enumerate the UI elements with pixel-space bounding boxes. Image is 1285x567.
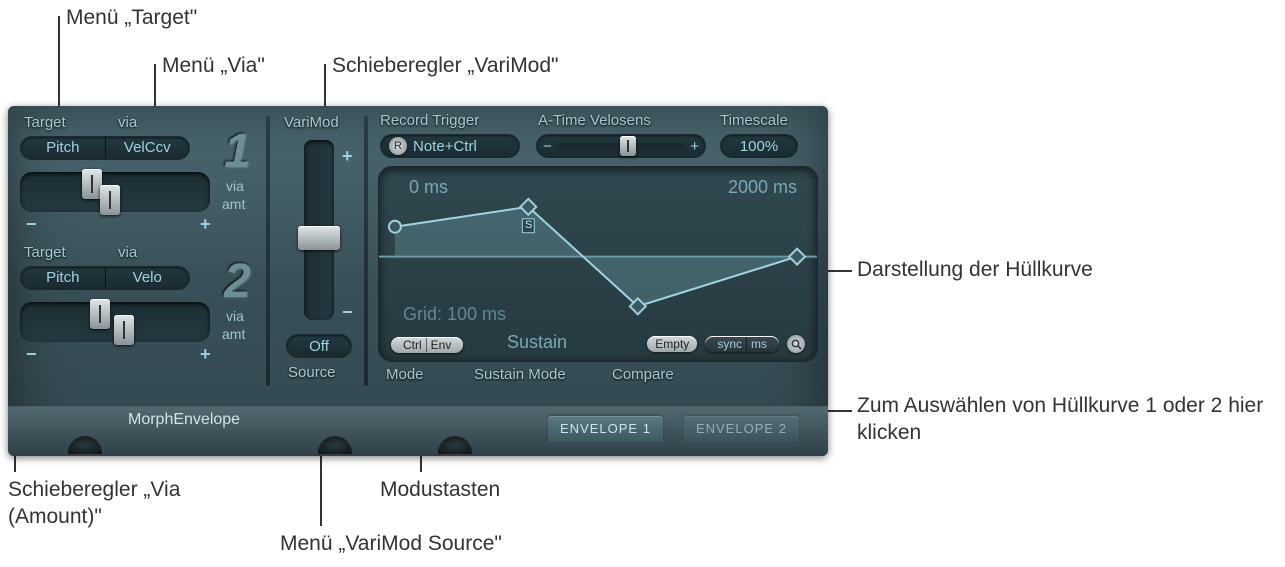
mode-env-button[interactable]: Env [426, 338, 456, 352]
minus-icon-2: − [26, 344, 37, 365]
via-text-2: via [226, 308, 244, 324]
callout-target-menu: Menü „Target" [66, 4, 197, 31]
minus-icon: − [26, 214, 37, 235]
record-trigger-value: Note+Ctrl [413, 138, 477, 155]
sustain-mode-value[interactable]: Sustain [507, 332, 567, 353]
varimod-minus-icon: − [342, 302, 353, 323]
callout-env-tabs: Zum Auswählen von Hüllkurve 1 oder 2 hie… [857, 392, 1277, 447]
knob-icon[interactable] [68, 436, 102, 454]
timescale-value[interactable]: 100% [720, 134, 798, 158]
knob-icon[interactable] [438, 436, 472, 454]
record-trigger-menu[interactable]: R Note+Ctrl [380, 134, 520, 158]
divider [266, 116, 270, 386]
amt-text-1: amt [222, 196, 245, 212]
amount-slider-2[interactable] [20, 302, 210, 342]
target-value-2[interactable]: Pitch [21, 267, 105, 289]
varimod-plus-icon: + [342, 146, 353, 167]
callout-via-amount: Schieberegler „Via (Amount)" [8, 476, 258, 531]
sustain-mode-label: Sustain Mode [474, 366, 566, 383]
ms-button[interactable]: ms [746, 337, 771, 351]
bottom-bar: MorphEnvelope ENVELOPE 1 ENVELOPE 2 [8, 406, 828, 456]
atime-slider[interactable]: − + [536, 134, 706, 158]
target-via-menu-1[interactable]: Pitch VelCcv [20, 136, 190, 160]
callout-envelope-display: Darstellung der Hüllkurve [857, 256, 1107, 283]
plugin-panel: Target via Pitch VelCcv − + 1 via amt Ta… [8, 106, 828, 456]
timescale-label: Timescale [720, 112, 788, 129]
varimod-source-label: Source [288, 364, 336, 381]
sustain-marker[interactable]: S [525, 219, 532, 231]
callout-via-menu: Menü „Via" [162, 52, 265, 79]
varimod-slider[interactable] [304, 140, 334, 320]
slot-number-2: 2 [224, 254, 251, 309]
target-label-2: Target [24, 244, 66, 261]
target-label-1: Target [24, 114, 66, 131]
zoom-icon[interactable] [787, 335, 805, 353]
record-trigger-label: Record Trigger [380, 112, 479, 129]
via-text-1: via [226, 178, 244, 194]
via-value-2[interactable]: Velo [105, 267, 190, 289]
callout-varimod-source: Menü „VariMod Source" [280, 530, 502, 557]
mode-label: Mode [386, 366, 424, 383]
record-icon[interactable]: R [389, 137, 407, 155]
divider-2 [364, 116, 368, 386]
morph-envelope-label: MorphEnvelope [128, 411, 240, 429]
envelope-curve[interactable] [379, 167, 817, 362]
target-value-1[interactable]: Pitch [21, 137, 105, 159]
atime-label: A-Time Velosens [538, 112, 651, 129]
via-value-1[interactable]: VelCcv [105, 137, 190, 159]
target-via-menu-2[interactable]: Pitch Velo [20, 266, 190, 290]
mode-buttons[interactable]: Ctrl Env [391, 337, 463, 353]
slot-number-1: 1 [224, 124, 251, 179]
varimod-label: VariMod [284, 114, 339, 131]
via-label-1: via [118, 114, 137, 131]
callout-varimod-slider: Schieberegler „VariMod" [332, 52, 559, 79]
compare-menu[interactable]: Empty [647, 336, 697, 352]
envelope-display[interactable]: 0 ms 2000 ms Grid: 100 ms S Ctrl Env Sus… [378, 166, 818, 362]
amt-text-2: amt [222, 326, 245, 342]
sync-button[interactable]: sync [713, 337, 746, 351]
tab-envelope-2[interactable]: ENVELOPE 2 [684, 416, 799, 442]
via-label-2: via [118, 244, 137, 261]
varimod-source-menu[interactable]: Off [286, 334, 352, 358]
knob-icon[interactable] [318, 436, 352, 454]
callout-mode-buttons: Modustasten [380, 476, 500, 503]
mode-ctrl-button[interactable]: Ctrl [399, 338, 426, 352]
plus-icon-2: + [200, 344, 211, 365]
amount-slider-1[interactable] [20, 172, 210, 212]
sync-ms-toggle[interactable]: sync ms [705, 336, 779, 352]
compare-label: Compare [612, 366, 674, 383]
plus-icon: + [200, 214, 211, 235]
tab-envelope-1[interactable]: ENVELOPE 1 [548, 416, 663, 442]
